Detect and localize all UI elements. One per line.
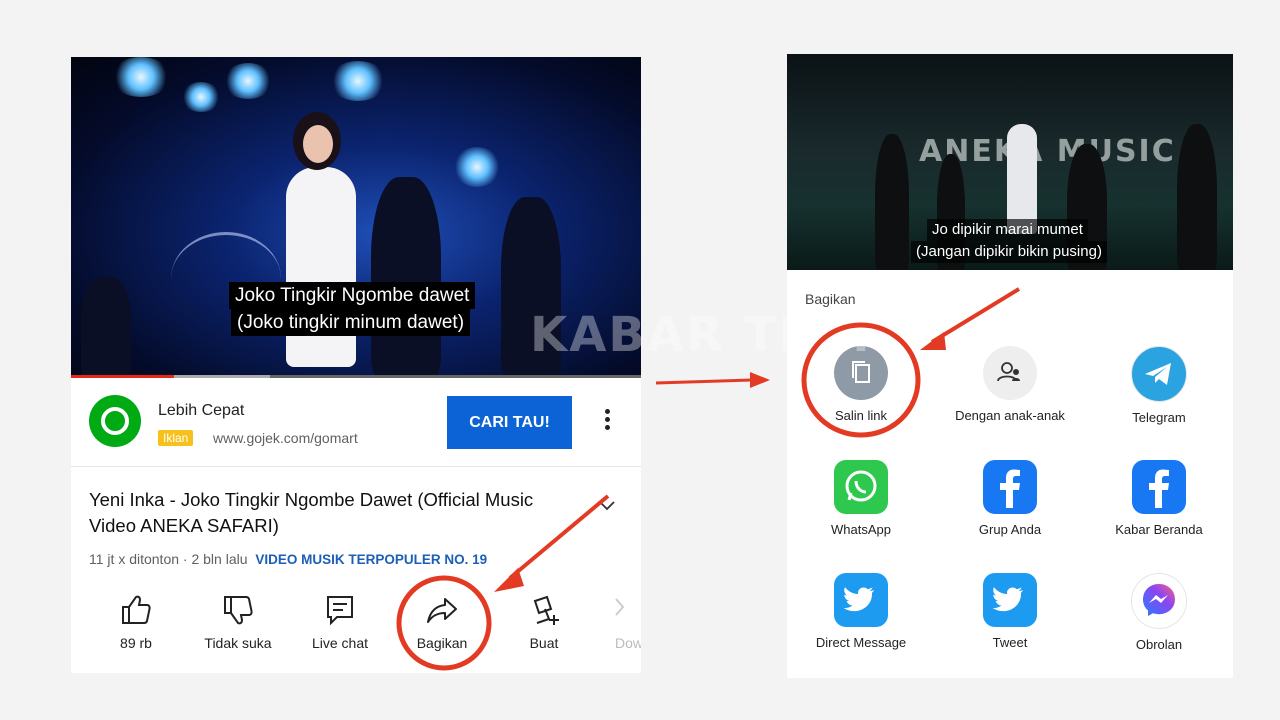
- share-sheet-title: Bagikan: [805, 291, 856, 307]
- create-icon: [533, 595, 559, 625]
- facebook-icon: [1132, 460, 1186, 514]
- ad-url[interactable]: www.gojek.com/gomart: [213, 430, 358, 446]
- download-icon: [615, 598, 625, 616]
- stage-light: [111, 57, 171, 97]
- stage-light: [181, 82, 221, 112]
- share-label: Telegram: [1132, 410, 1186, 425]
- ad-banner[interactable]: Lebih Cepat Iklan www.gojek.com/gomart C…: [71, 378, 641, 467]
- more-options-icon[interactable]: [599, 406, 615, 438]
- views-and-age: 11 jt x ditonton · 2 bln lalu: [89, 551, 248, 567]
- chat-icon: [327, 596, 353, 626]
- watermark: KABAR TREN: [530, 307, 895, 363]
- video-meta: 11 jt x ditonton · 2 bln lalu VIDEO MUSI…: [89, 551, 487, 567]
- stage-light: [329, 61, 387, 101]
- guitarist-left: [371, 177, 441, 377]
- video-player-thumbnail[interactable]: ANEKA MUSIC Jo dipikir marai mumet (Jang…: [787, 54, 1233, 270]
- telegram-icon: [1131, 346, 1187, 402]
- like-button[interactable]: 89 rb: [93, 593, 179, 663]
- share-label: Bagikan: [416, 635, 468, 651]
- ad-badge: Iklan: [158, 430, 194, 446]
- share-facebook-group[interactable]: Grup Anda: [940, 460, 1080, 537]
- arrow-between-panels: [655, 378, 753, 385]
- bassist: [81, 277, 131, 377]
- share-label: WhatsApp: [831, 522, 891, 537]
- youtube-watch-panel: Joko Tingkir Ngombe dawet (Joko tingkir …: [71, 57, 641, 673]
- share-label: Kabar Beranda: [1115, 522, 1203, 537]
- subtitle-line-2: (Joko tingkir minum dawet): [231, 309, 471, 336]
- share-with-kids[interactable]: Dengan anak-anak: [940, 346, 1080, 423]
- share-label: Dengan anak-anak: [955, 408, 1065, 423]
- singer: [1007, 124, 1037, 234]
- facebook-icon: [983, 460, 1037, 514]
- singer-face: [303, 125, 333, 163]
- share-label: Tweet: [992, 635, 1028, 650]
- action-bar: 89 rb Tidak suka Live chat Bagikan Buat …: [71, 593, 641, 669]
- live-chat-button[interactable]: Live chat: [297, 593, 383, 663]
- download-label: Dow: [615, 635, 641, 651]
- twitter-icon: [834, 573, 888, 627]
- share-whatsapp[interactable]: WhatsApp: [791, 460, 931, 537]
- ad-cta-button[interactable]: CARI TAU!: [447, 396, 572, 449]
- dislike-button[interactable]: Tidak suka: [195, 593, 281, 663]
- share-tweet[interactable]: Tweet: [940, 573, 1080, 650]
- thumbs-up-icon: [122, 595, 151, 624]
- musician: [875, 134, 909, 270]
- expand-description-icon[interactable]: [598, 499, 616, 517]
- dislike-label: Tidak suka: [204, 635, 272, 651]
- download-button[interactable]: Dow: [596, 593, 641, 663]
- live-chat-label: Live chat: [311, 635, 369, 651]
- share-arrow-icon: [427, 598, 457, 623]
- share-telegram[interactable]: Telegram: [1089, 346, 1229, 425]
- create-button[interactable]: Buat: [501, 593, 587, 663]
- stage-light: [223, 63, 273, 99]
- subtitle-line-1: Joko Tingkir Ngombe dawet: [229, 282, 476, 309]
- trending-tag[interactable]: VIDEO MUSIK TERPOPULER NO. 19: [255, 552, 487, 567]
- share-label: Direct Message: [815, 635, 907, 650]
- create-label: Buat: [529, 635, 559, 651]
- ad-title: Lebih Cepat: [158, 402, 245, 419]
- thumbs-down-icon: [224, 596, 253, 625]
- stage-light: [453, 147, 501, 187]
- twitter-icon: [983, 573, 1037, 627]
- share-label: Obrolan: [1135, 637, 1183, 652]
- subtitle-line-2: (Jangan dipikir bikin pusing): [911, 241, 1107, 263]
- share-messenger[interactable]: Obrolan: [1089, 573, 1229, 652]
- singer: [286, 167, 356, 367]
- share-button[interactable]: Bagikan: [399, 593, 485, 663]
- share-sheet-panel: ANEKA MUSIC Jo dipikir marai mumet (Jang…: [787, 54, 1233, 678]
- share-label: Salin link: [834, 408, 888, 423]
- share-twitter-dm[interactable]: Direct Message: [791, 573, 931, 650]
- add-person-icon: [983, 346, 1037, 400]
- messenger-icon: [1131, 573, 1187, 629]
- share-label: Grup Anda: [978, 522, 1042, 537]
- video-title[interactable]: Yeni Inka - Joko Tingkir Ngombe Dawet (O…: [89, 487, 579, 539]
- subtitle-line-1: Jo dipikir marai mumet: [927, 219, 1088, 241]
- whatsapp-icon: [834, 460, 888, 514]
- arrowhead: [750, 372, 770, 388]
- like-count: 89 rb: [120, 635, 152, 651]
- musician: [1177, 124, 1217, 270]
- gojek-logo-icon: [89, 395, 141, 447]
- share-facebook-feed[interactable]: Kabar Beranda: [1089, 460, 1229, 537]
